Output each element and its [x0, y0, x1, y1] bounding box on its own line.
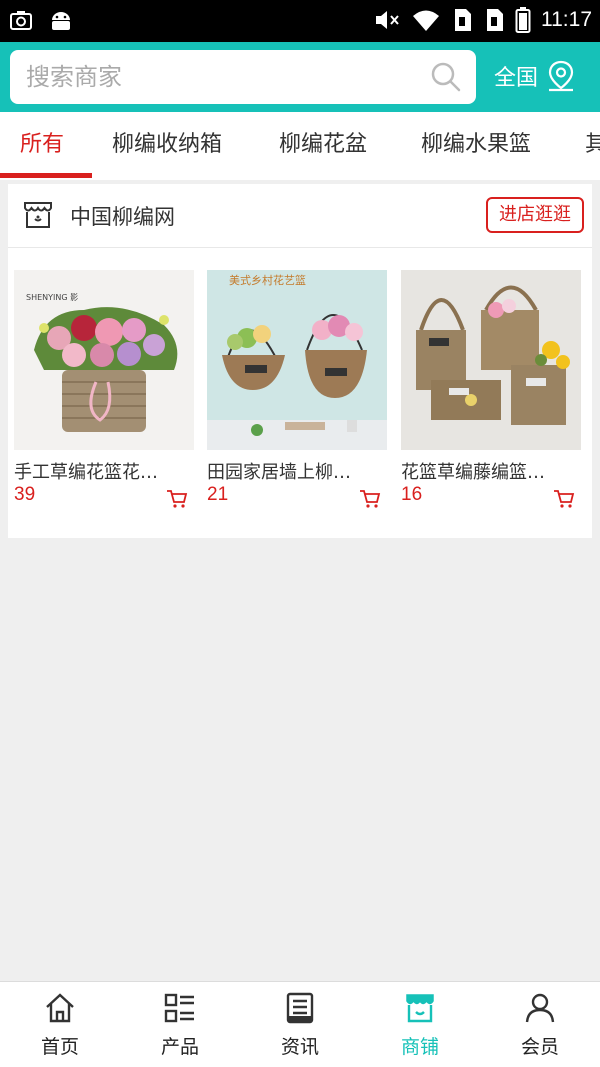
- nav-shops[interactable]: 商铺: [360, 982, 480, 1067]
- shop-icon: [406, 994, 434, 1023]
- sim1-icon: [455, 9, 471, 31]
- list-icon: [164, 993, 194, 1023]
- location-pin-icon: [548, 60, 574, 92]
- screenshot-icon: [10, 11, 32, 30]
- shop-card[interactable]: 中国柳编网 进店逛逛 SHENYING 影 手工草编花篮花… 39 美式乡村花艺…: [8, 184, 592, 538]
- battery-icon: [515, 7, 531, 33]
- bottom-navigation: 首页 产品 资讯 商铺 会员: [0, 981, 600, 1067]
- search-icon[interactable]: [430, 61, 462, 93]
- region-label: 全国: [494, 66, 539, 91]
- search-box[interactable]: [10, 50, 476, 104]
- product-price: 21: [207, 484, 229, 505]
- nav-products[interactable]: 产品: [120, 982, 240, 1067]
- product-item[interactable]: SHENYING 影 手工草编花篮花… 39: [14, 270, 194, 520]
- tab-flower-pot[interactable]: 柳编花盆: [279, 112, 367, 180]
- enter-shop-button[interactable]: 进店逛逛: [486, 197, 584, 233]
- shop-header: 中国柳编网 进店逛逛: [8, 184, 592, 248]
- product-image[interactable]: SHENYING 影: [14, 270, 194, 450]
- clock: 11:17: [541, 8, 592, 31]
- nav-products-label: 产品: [160, 1036, 199, 1058]
- tab-all[interactable]: 所有: [20, 112, 64, 180]
- nav-home[interactable]: 首页: [0, 982, 120, 1067]
- product-image[interactable]: [401, 270, 581, 450]
- search-input[interactable]: [26, 58, 406, 96]
- nav-home-label: 首页: [40, 1036, 79, 1058]
- header-bar: 全国: [0, 42, 600, 112]
- region-selector[interactable]: 全国: [494, 60, 576, 92]
- nav-member-label: 会员: [520, 1036, 559, 1058]
- home-icon: [46, 993, 74, 1023]
- category-tabs: 所有 柳编收纳箱 柳编花盆 柳编水果篮 其: [0, 112, 600, 180]
- active-tab-indicator: [0, 173, 92, 178]
- cart-icon[interactable]: [359, 489, 381, 509]
- status-bar: 11:17: [0, 0, 600, 42]
- storefront-icon: [24, 202, 52, 228]
- news-icon: [286, 992, 314, 1024]
- wifi-icon: [413, 10, 439, 31]
- sim2-icon: [487, 9, 503, 31]
- tab-more[interactable]: 其: [585, 112, 600, 180]
- mute-icon: [376, 11, 399, 29]
- product-list: SHENYING 影 手工草编花篮花… 39 美式乡村花艺篮 田园家居墙上柳… …: [14, 270, 588, 520]
- nav-news[interactable]: 资讯: [240, 982, 360, 1067]
- product-image[interactable]: 美式乡村花艺篮: [207, 270, 387, 450]
- product-title[interactable]: 田园家居墙上柳…: [207, 458, 387, 484]
- nav-shops-label: 商铺: [400, 1036, 439, 1058]
- product-image-caption: 美式乡村花艺篮: [229, 273, 306, 287]
- cart-icon[interactable]: [166, 489, 188, 509]
- product-title[interactable]: 花篮草编藤编篮…: [401, 458, 581, 484]
- nav-member[interactable]: 会员: [480, 982, 600, 1067]
- product-title[interactable]: 手工草编花篮花…: [14, 458, 194, 484]
- product-item[interactable]: 花篮草编藤编篮… 16: [401, 270, 581, 520]
- tab-storage-box[interactable]: 柳编收纳箱: [112, 112, 222, 180]
- android-icon: [52, 12, 70, 30]
- product-price: 39: [14, 484, 36, 505]
- product-brand-mark: SHENYING 影: [26, 292, 78, 302]
- tab-fruit-basket[interactable]: 柳编水果篮: [421, 112, 531, 180]
- cart-icon[interactable]: [553, 489, 575, 509]
- nav-news-label: 资讯: [280, 1036, 319, 1058]
- product-item[interactable]: 美式乡村花艺篮 田园家居墙上柳… 21: [207, 270, 387, 520]
- user-icon: [525, 993, 555, 1023]
- product-price: 16: [401, 484, 423, 505]
- shop-name: 中国柳编网: [70, 205, 175, 229]
